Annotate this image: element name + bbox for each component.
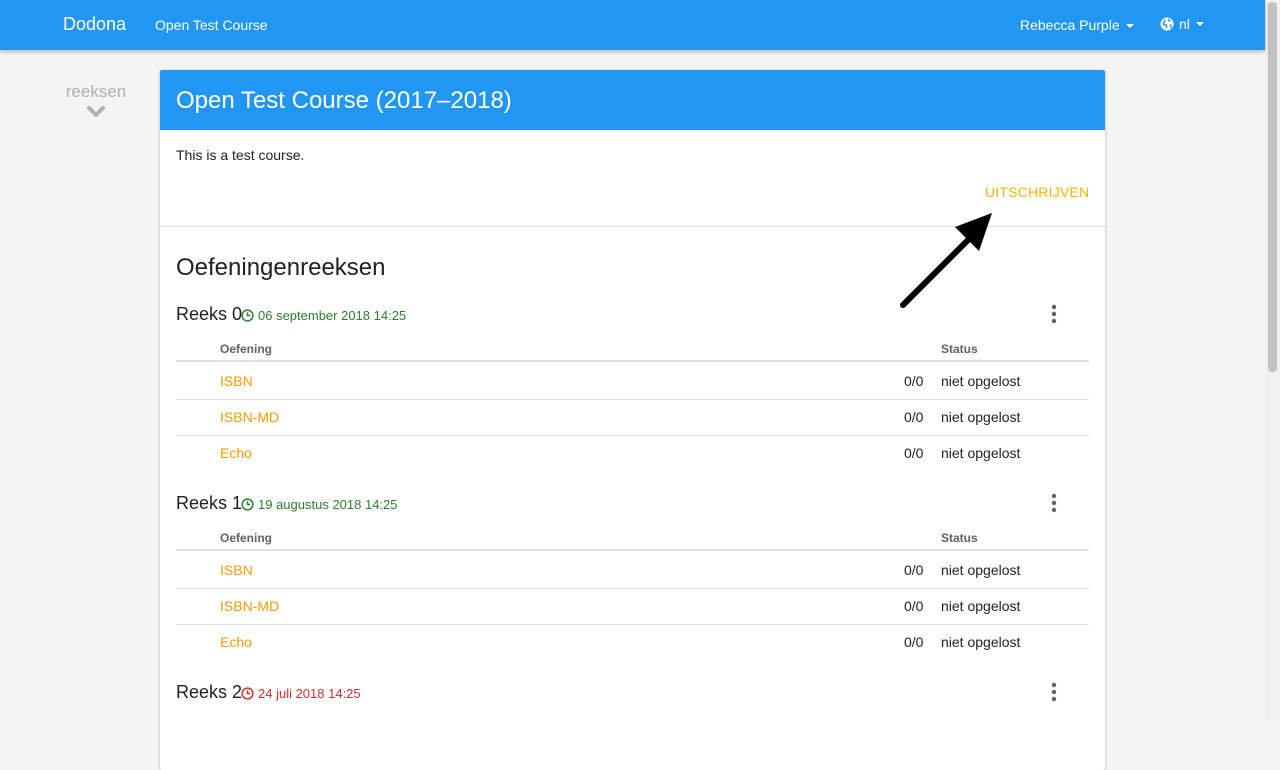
exercise-link[interactable]: ISBN xyxy=(220,562,253,578)
more-vert-icon[interactable] xyxy=(1048,493,1060,513)
top-navbar: Dodona Open Test Course Rebecca Purple n… xyxy=(0,0,1265,50)
exercise-status: niet opgelost xyxy=(941,634,1021,650)
clock-icon xyxy=(241,687,254,700)
series-name[interactable]: Reeks 2 xyxy=(176,682,242,703)
chevron-down-icon xyxy=(87,106,105,117)
exercise-score: 0/0 xyxy=(904,634,924,650)
deadline-text: 06 september 2018 14:25 xyxy=(258,308,407,323)
table-row: ISBN-MD 0/0 niet opgelost xyxy=(176,399,1089,436)
column-header-status: Status xyxy=(941,342,978,356)
table-row: ISBN 0/0 niet opgelost xyxy=(176,363,1089,400)
exercise-status: niet opgelost xyxy=(941,598,1021,614)
series-header: Reeks 2 24 juli 2018 14:25 xyxy=(176,682,1089,712)
course-link[interactable]: Open Test Course xyxy=(155,17,268,33)
deadline-text: 19 augustus 2018 14:25 xyxy=(258,497,398,512)
exercise-score: 0/0 xyxy=(904,373,924,389)
exercise-link[interactable]: Echo xyxy=(220,445,252,461)
series-deadline: 24 juli 2018 14:25 xyxy=(241,686,361,701)
more-vert-icon[interactable] xyxy=(1048,304,1060,324)
exercise-score: 0/0 xyxy=(904,562,924,578)
globe-icon xyxy=(1160,17,1174,31)
exercise-link[interactable]: ISBN-MD xyxy=(220,598,279,614)
exercise-score: 0/0 xyxy=(904,445,924,461)
exercise-status: niet opgelost xyxy=(941,445,1021,461)
exercise-link[interactable]: Echo xyxy=(220,634,252,650)
exercise-status: niet opgelost xyxy=(941,373,1021,389)
exercise-link[interactable]: ISBN-MD xyxy=(220,409,279,425)
card-title-bar: Open Test Course (2017–2018) xyxy=(160,70,1105,130)
course-title: Open Test Course (2017–2018) xyxy=(176,87,512,114)
course-card: Open Test Course (2017–2018) This is a t… xyxy=(160,70,1105,770)
column-header-exercise: Oefening xyxy=(220,531,273,545)
column-header-status: Status xyxy=(941,531,978,545)
scrollbar-thumb[interactable] xyxy=(1268,2,1277,372)
section-title: Oefeningenreeksen xyxy=(176,254,386,281)
exercise-status: niet opgelost xyxy=(941,409,1021,425)
series-block: Reeks 2 24 juli 2018 14:25 xyxy=(176,682,1089,712)
table-header-divider xyxy=(176,360,1089,362)
user-name: Rebecca Purple xyxy=(1020,17,1120,33)
course-description: This is a test course. xyxy=(176,147,305,163)
exercise-score: 0/0 xyxy=(904,598,924,614)
series-name[interactable]: Reeks 1 xyxy=(176,493,242,514)
table-row: ISBN 0/0 niet opgelost xyxy=(176,552,1089,589)
series-header: Reeks 1 19 augustus 2018 14:25 xyxy=(176,493,1089,523)
table-row: ISBN-MD 0/0 niet opgelost xyxy=(176,588,1089,625)
language-label: nl xyxy=(1179,16,1190,32)
series-deadline: 06 september 2018 14:25 xyxy=(241,308,406,323)
arrow-annotation-icon xyxy=(900,213,992,308)
series-block: Reeks 1 19 augustus 2018 14:25 Oefening … xyxy=(176,493,1089,650)
series-name[interactable]: Reeks 0 xyxy=(176,304,242,325)
language-menu[interactable]: nl xyxy=(1160,16,1204,32)
exercise-score: 0/0 xyxy=(904,409,924,425)
column-header-exercise: Oefening xyxy=(220,342,273,356)
clock-icon xyxy=(241,498,254,511)
unsubscribe-button[interactable]: UITSCHRIJVEN xyxy=(985,184,1089,200)
table-header-divider xyxy=(176,549,1089,551)
deadline-text: 24 juli 2018 14:25 xyxy=(258,686,361,701)
brand-link[interactable]: Dodona xyxy=(63,14,126,35)
clock-icon xyxy=(241,309,254,322)
table-row: Echo 0/0 niet opgelost xyxy=(176,624,1089,660)
more-vert-icon[interactable] xyxy=(1048,682,1060,702)
exercise-status: niet opgelost xyxy=(941,562,1021,578)
series-side-nav[interactable]: reeksen xyxy=(40,82,152,118)
caret-down-icon xyxy=(1125,24,1134,29)
exercise-link[interactable]: ISBN xyxy=(220,373,253,389)
user-menu[interactable]: Rebecca Purple xyxy=(1020,17,1134,33)
series-deadline: 19 augustus 2018 14:25 xyxy=(241,497,398,512)
caret-down-icon xyxy=(1195,22,1204,26)
side-nav-label: reeksen xyxy=(65,82,127,101)
table-row: Echo 0/0 niet opgelost xyxy=(176,435,1089,471)
